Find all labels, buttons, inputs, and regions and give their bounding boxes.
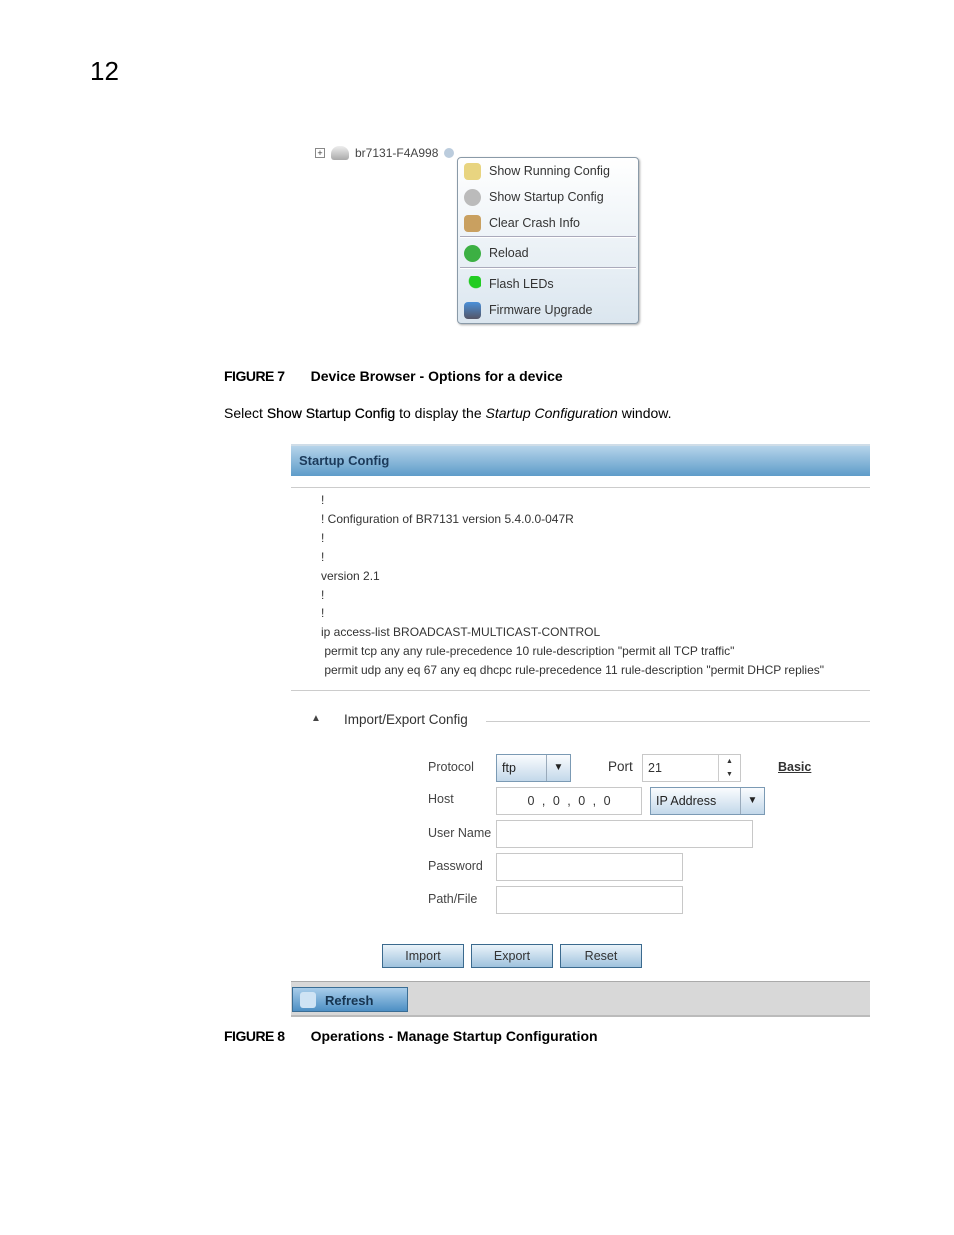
broom-icon (464, 214, 481, 232)
config-line: ! (321, 493, 325, 507)
divider (291, 487, 870, 488)
path-label: Path/File (428, 892, 478, 906)
password-label: Password (428, 859, 483, 873)
config-line: version 2.1 (321, 568, 380, 583)
divider (486, 721, 870, 722)
firmware-icon (464, 301, 481, 319)
chapter-number: 12 (90, 56, 119, 86)
section-title: Import/Export Config (344, 712, 468, 727)
figure-7-caption: FIGURE 7 Device Browser - Options for a d… (224, 368, 563, 384)
config-line: ! (321, 530, 325, 545)
expand-icon[interactable]: + (315, 148, 325, 158)
menu-item-show-running-config[interactable]: Show Running Config (464, 161, 610, 181)
password-input[interactable] (496, 853, 683, 881)
document-icon (464, 162, 481, 180)
host-label: Host (428, 792, 454, 806)
status-icon (444, 148, 455, 158)
divider (291, 690, 870, 691)
collapse-icon[interactable]: ▲ (311, 713, 321, 724)
menu-item-reload[interactable]: Reload (464, 243, 529, 263)
gear-icon (464, 188, 481, 206)
reset-button[interactable]: Reset (560, 944, 642, 968)
basic-link[interactable]: Basic (778, 760, 811, 774)
chevron-down-icon: ▼ (546, 755, 570, 781)
config-line: ip access-list BROADCAST-MULTICAST-CONTR… (321, 625, 601, 640)
port-label: Port (608, 759, 633, 774)
menu-item-clear-crash-info[interactable]: Clear Crash Info (464, 213, 580, 233)
device-context-menu: Show Running Config Show Startup Config … (457, 157, 639, 324)
menu-separator (460, 236, 636, 238)
figure-8-caption: FIGURE 8 Operations - Manage Startup Conf… (224, 1028, 598, 1044)
refresh-button[interactable]: Refresh (292, 987, 408, 1012)
config-line: ! Configuration of BR7131 version 5.4.0.… (321, 511, 574, 526)
username-input[interactable] (496, 820, 753, 848)
config-text: ! ! Configuration of BR7131 version 5.4.0… (321, 491, 824, 680)
access-point-icon (331, 146, 349, 160)
chevron-down-icon: ▼ (740, 788, 764, 814)
config-line: ! (321, 549, 325, 564)
window-title: Startup Config (291, 444, 870, 476)
username-label: User Name (428, 826, 492, 840)
menu-separator (460, 267, 636, 269)
path-file-input[interactable] (496, 886, 683, 914)
device-name: br7131-F4A998 (355, 146, 439, 160)
protocol-select[interactable]: ftp ▼ (496, 754, 571, 782)
host-ip-input[interactable]: 0 , 0 , 0 , 0 (496, 787, 642, 815)
menu-item-firmware-upgrade[interactable]: Firmware Upgrade (464, 300, 593, 320)
import-button[interactable]: Import (382, 944, 464, 968)
config-line: permit udp any eq 67 any eq dhcpc rule-p… (321, 663, 825, 678)
protocol-label: Protocol (428, 760, 474, 774)
port-stepper[interactable]: 21 ▲ ▼ (642, 754, 741, 782)
menu-item-flash-leds[interactable]: Flash LEDs (464, 274, 554, 294)
window-footer: Refresh (291, 981, 870, 1017)
device-tree-node[interactable]: + br7131-F4A998 (315, 146, 455, 160)
export-button[interactable]: Export (471, 944, 553, 968)
startup-config-window: Startup Config ! ! Configuration of BR713… (291, 441, 870, 1017)
menu-item-show-startup-config[interactable]: Show Startup Config (464, 187, 604, 207)
config-line: ! (321, 606, 325, 621)
host-type-select[interactable]: IP Address ▼ (650, 787, 765, 815)
reload-icon (464, 244, 481, 262)
config-line: permit tcp any any rule-precedence 10 ru… (321, 644, 735, 659)
config-line: ! (321, 587, 325, 602)
refresh-icon (300, 992, 316, 1008)
body-paragraph: Select Show Startup Config to display th… (224, 405, 672, 421)
led-icon (464, 275, 481, 293)
